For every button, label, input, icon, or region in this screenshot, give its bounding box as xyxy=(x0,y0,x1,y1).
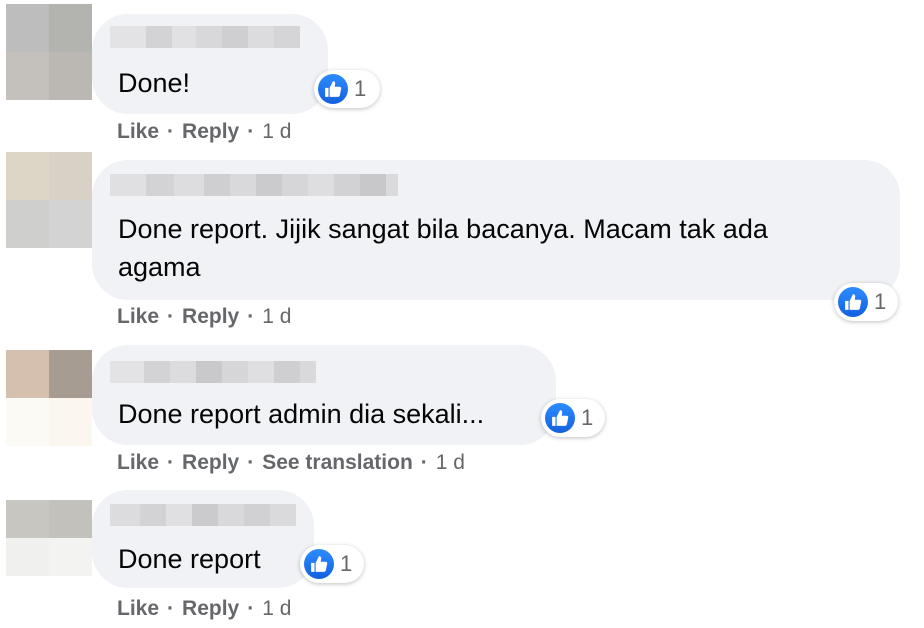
avatar[interactable] xyxy=(6,4,92,100)
like-link[interactable]: Like xyxy=(117,120,159,144)
like-link[interactable]: Like xyxy=(117,451,159,475)
avatar[interactable] xyxy=(6,500,92,576)
timestamp[interactable]: 1 d xyxy=(262,120,291,144)
avatar[interactable] xyxy=(6,350,92,446)
like-thumbs-up-icon xyxy=(318,74,348,104)
comment-text: Done! xyxy=(118,68,191,98)
comment-text: Done report xyxy=(118,544,261,574)
blurred-author-name[interactable] xyxy=(110,361,336,383)
comment-bubble: Done report admin dia sekali... xyxy=(92,345,556,445)
separator-dot: · xyxy=(167,305,175,328)
separator-dot: · xyxy=(247,451,255,474)
like-link[interactable]: Like xyxy=(117,305,159,329)
see-translation-link[interactable]: See translation xyxy=(262,451,413,475)
reaction-count: 1 xyxy=(581,405,594,430)
timestamp[interactable]: 1 d xyxy=(436,451,465,475)
comment-actions: Like · Reply · See translation · 1 d xyxy=(117,451,465,475)
reply-link[interactable]: Reply xyxy=(182,597,239,621)
timestamp[interactable]: 1 d xyxy=(262,305,291,329)
reaction-badge[interactable]: 1 xyxy=(314,70,380,108)
reply-link[interactable]: Reply xyxy=(182,451,239,475)
comment-bubble: Done! xyxy=(92,14,328,114)
separator-dot: · xyxy=(247,597,255,620)
comment-actions: Like · Reply · 1 d xyxy=(117,120,291,144)
comment-bubble: Done report. Jijik sangat bila bacanya. … xyxy=(92,160,900,300)
timestamp[interactable]: 1 d xyxy=(262,597,291,621)
separator-dot: · xyxy=(247,305,255,328)
reaction-badge[interactable]: 1 xyxy=(834,283,898,321)
comment-text: Done report. Jijik sangat bila bacanya. … xyxy=(118,214,768,282)
reply-link[interactable]: Reply xyxy=(182,305,239,329)
comment-actions: Like · Reply · 1 d xyxy=(117,597,291,621)
reply-link[interactable]: Reply xyxy=(182,120,239,144)
separator-dot: · xyxy=(167,120,175,143)
like-thumbs-up-icon xyxy=(304,549,334,579)
like-thumbs-up-icon xyxy=(545,403,575,433)
reaction-count: 1 xyxy=(340,551,353,576)
reaction-count: 1 xyxy=(874,289,887,314)
blurred-author-name[interactable] xyxy=(110,174,398,196)
reaction-count: 1 xyxy=(354,76,367,101)
separator-dot: · xyxy=(247,120,255,143)
comment-actions: Like · Reply · 1 d xyxy=(117,305,291,329)
separator-dot: · xyxy=(420,451,428,474)
reaction-badge[interactable]: 1 xyxy=(541,399,605,437)
comment-bubble: Done report xyxy=(92,490,314,588)
separator-dot: · xyxy=(167,597,175,620)
separator-dot: · xyxy=(167,451,175,474)
blurred-author-name[interactable] xyxy=(110,26,300,48)
comment-text: Done report admin dia sekali... xyxy=(118,399,485,429)
like-thumbs-up-icon xyxy=(838,287,868,317)
blurred-author-name[interactable] xyxy=(110,504,296,526)
reaction-badge[interactable]: 1 xyxy=(300,545,364,583)
like-link[interactable]: Like xyxy=(117,597,159,621)
avatar[interactable] xyxy=(6,152,92,248)
